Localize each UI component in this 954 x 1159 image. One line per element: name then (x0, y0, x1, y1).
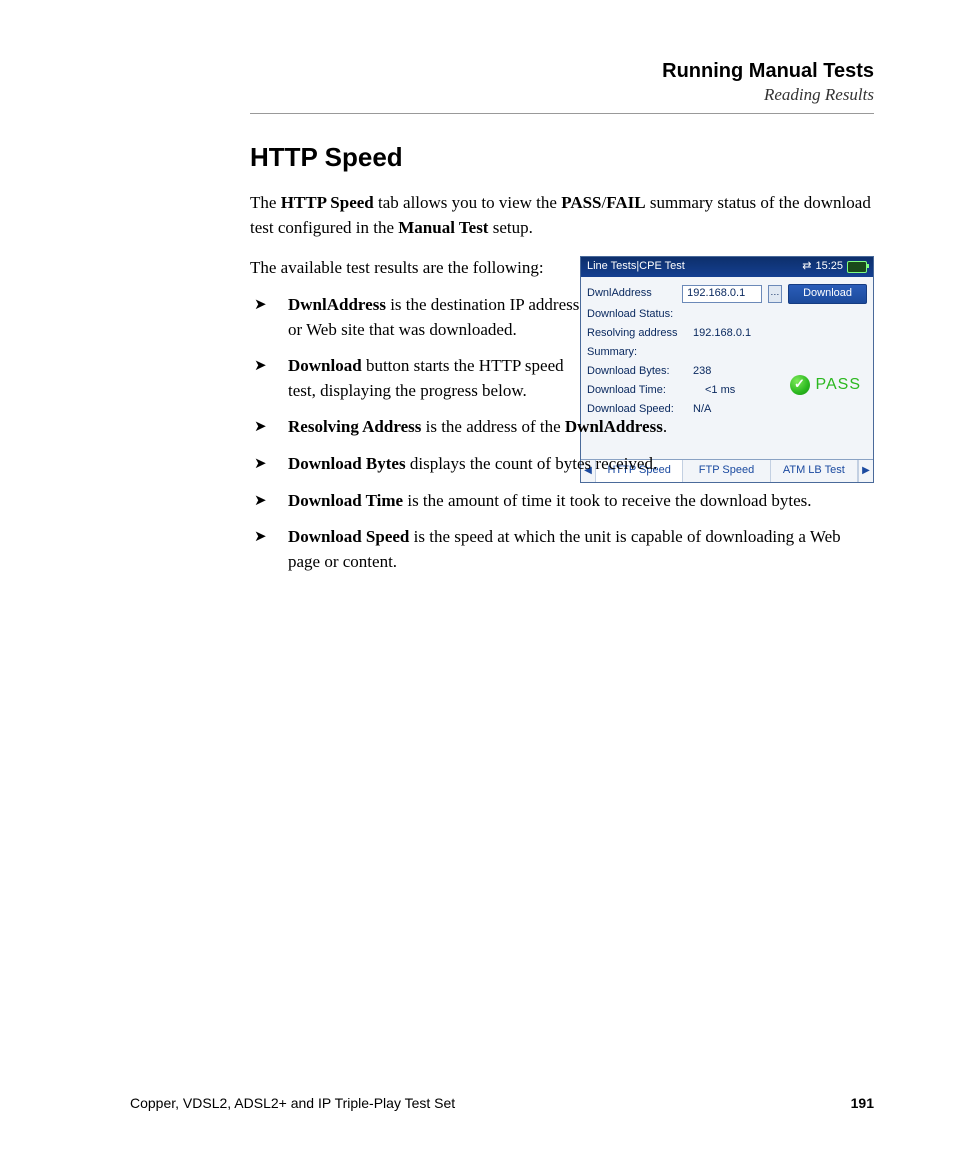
available-results-intro: The available test results are the follo… (250, 256, 580, 281)
bytes-value: 238 (693, 364, 711, 380)
footer-product: Copper, VDSL2, ADSL2+ and IP Triple-Play… (130, 1095, 455, 1111)
bullet-list-full: Resolving Address is the address of the … (250, 415, 874, 574)
device-titlebar: Line Tests|CPE Test ⇄ 15:25 (581, 257, 873, 277)
term: Download Time (288, 491, 403, 510)
header-subtitle: Reading Results (250, 85, 874, 105)
device-screenshot: Line Tests|CPE Test ⇄ 15:25 DwnlAddress … (580, 256, 874, 483)
bullet-dwnladdress: DwnlAddress is the destination IP addres… (250, 293, 580, 342)
term-fail: FAIL (606, 193, 645, 212)
time-value: <1 ms (705, 383, 735, 399)
footer-page-number: 191 (851, 1095, 874, 1111)
download-button[interactable]: Download (788, 284, 867, 304)
page-header: Running Manual Tests Reading Results (250, 60, 874, 114)
bullet-download: Download button starts the HTTP speed te… (250, 354, 580, 403)
time-label: Download Time: (587, 383, 687, 399)
text: setup. (488, 218, 532, 237)
text: displays the count of bytes received. (406, 454, 658, 473)
browse-button[interactable]: ⋯ (768, 285, 782, 303)
battery-icon (847, 261, 867, 273)
text: is the address of the (421, 417, 565, 436)
dwnl-address-label: DwnlAddress (587, 286, 676, 302)
text: tab allows you to view the (374, 193, 561, 212)
term: Download Bytes (288, 454, 406, 473)
term: DwnlAddress (565, 417, 663, 436)
text: is the amount of time it took to receive… (403, 491, 811, 510)
resolving-value: 192.168.0.1 (693, 326, 751, 342)
dwnl-address-input[interactable]: 192.168.0.1 (682, 285, 762, 303)
term: Download (288, 356, 362, 375)
section-title: HTTP Speed (250, 142, 874, 173)
summary-label: Summary: (587, 345, 687, 361)
resolving-label: Resolving address (587, 326, 687, 342)
bullet-resolving-address: Resolving Address is the address of the … (250, 415, 874, 440)
download-status-label: Download Status: (587, 307, 673, 323)
term: Resolving Address (288, 417, 421, 436)
pass-indicator: ✓ PASS (790, 373, 862, 396)
checkmark-icon: ✓ (790, 375, 810, 395)
device-breadcrumb: Line Tests|CPE Test (587, 259, 685, 275)
bullet-download-speed: Download Speed is the speed at which the… (250, 525, 874, 574)
text: The (250, 193, 281, 212)
bullet-download-bytes: Download Bytes displays the count of byt… (250, 452, 874, 477)
term-pass: PASS (561, 193, 601, 212)
bytes-label: Download Bytes: (587, 364, 687, 380)
bullet-download-time: Download Time is the amount of time it t… (250, 489, 874, 514)
term-manual-test: Manual Test (398, 218, 488, 237)
header-title: Running Manual Tests (250, 60, 874, 83)
network-icon: ⇄ (802, 259, 811, 275)
term: Download Speed (288, 527, 409, 546)
pass-text: PASS (816, 373, 862, 396)
page-footer: Copper, VDSL2, ADSL2+ and IP Triple-Play… (130, 1095, 874, 1111)
intro-paragraph: The HTTP Speed tab allows you to view th… (250, 191, 874, 240)
term: DwnlAddress (288, 295, 386, 314)
dwnl-address-value: 192.168.0.1 (687, 286, 745, 302)
term-http-speed: HTTP Speed (281, 193, 374, 212)
text: . (663, 417, 667, 436)
device-clock: 15:25 (815, 259, 843, 275)
